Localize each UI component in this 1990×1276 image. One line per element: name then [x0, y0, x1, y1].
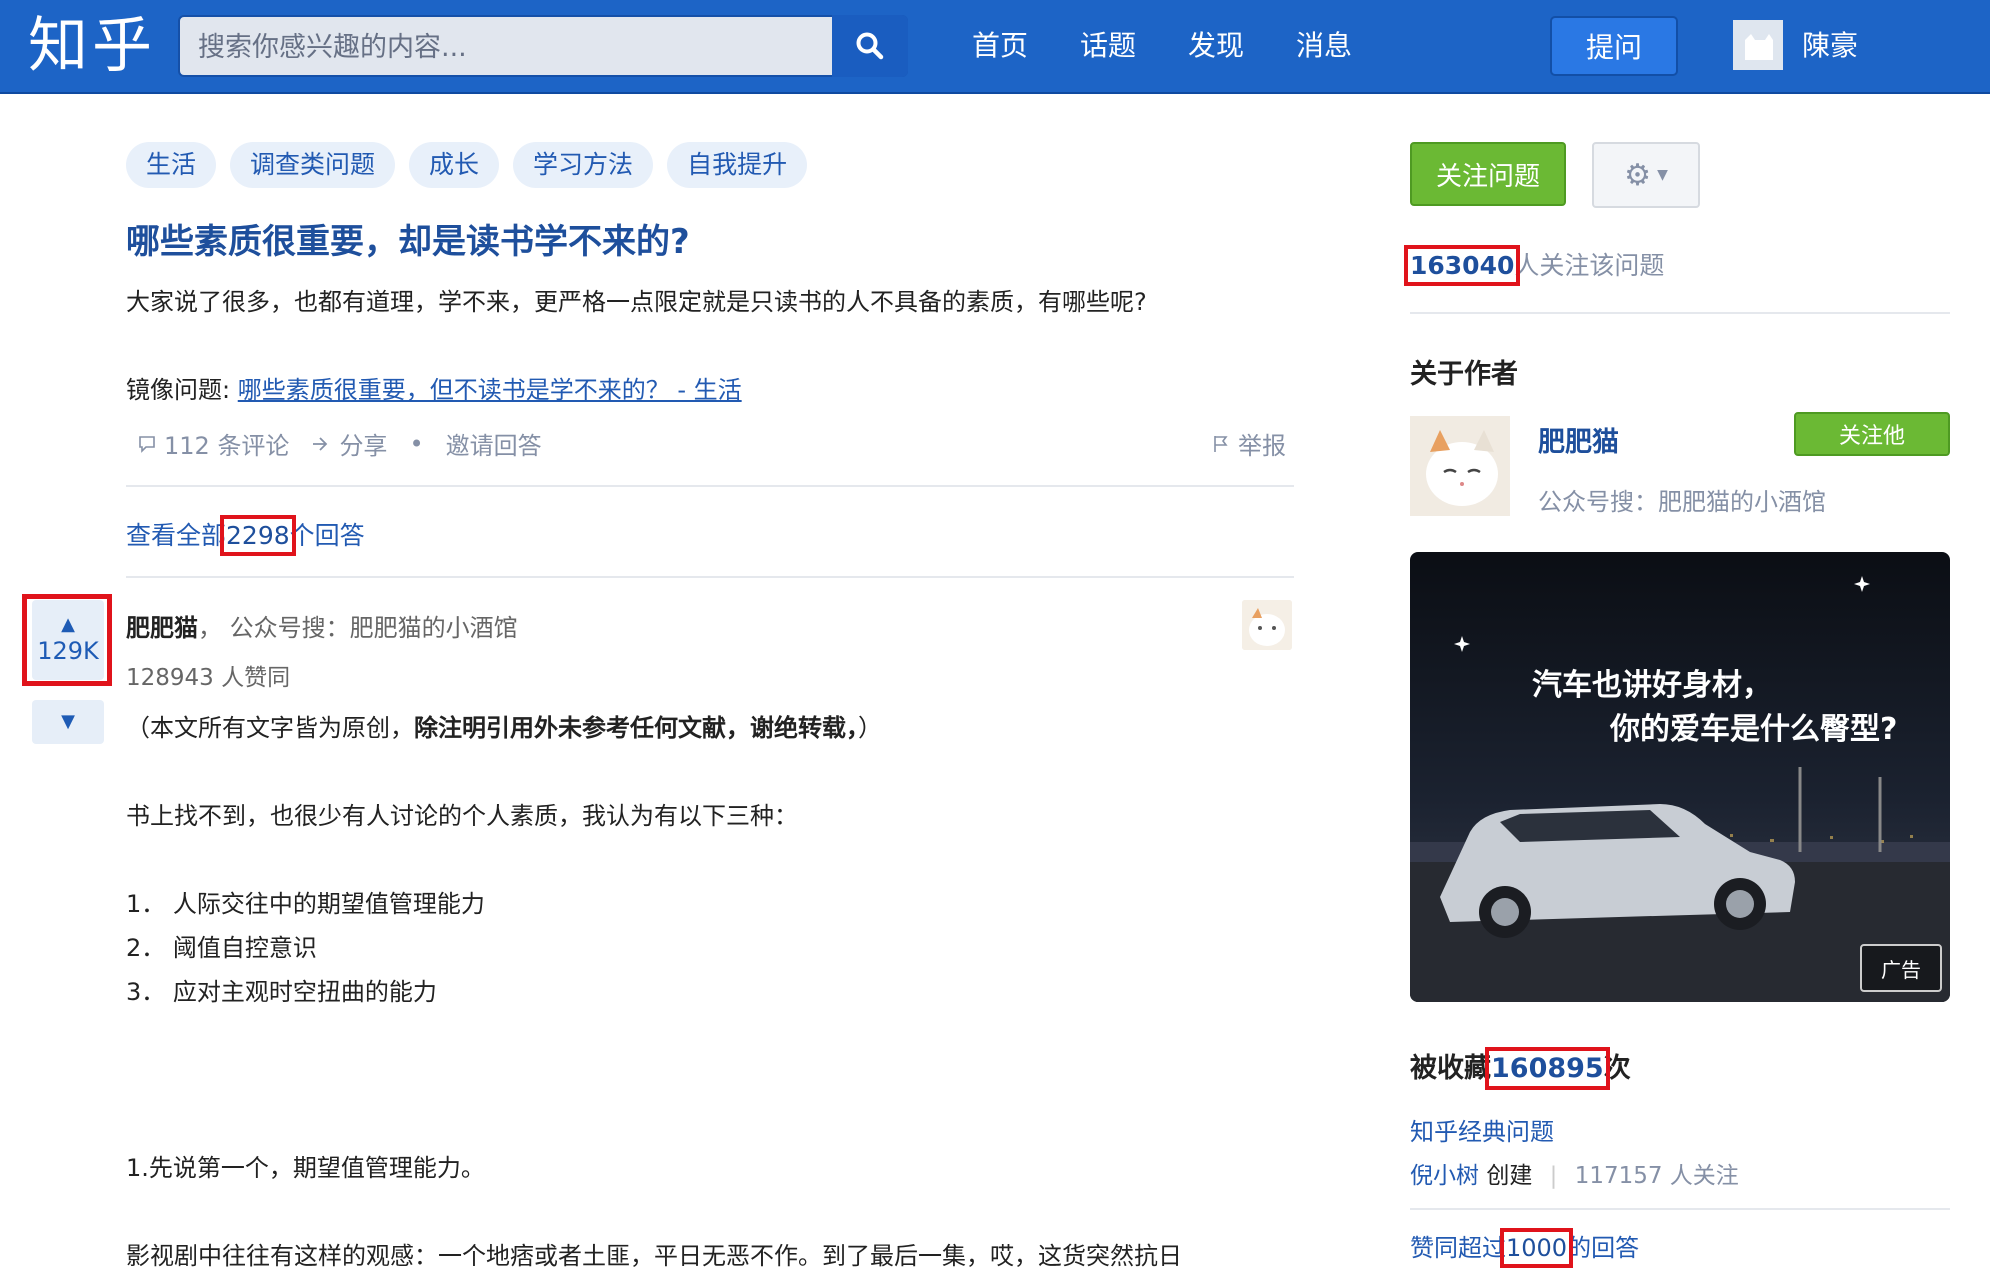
view-all-answers-link[interactable]: 查看全部2298个回答: [126, 515, 365, 556]
answer-author-bio: 公众号搜：肥肥猫的小酒馆: [229, 614, 518, 642]
answer-paragraph: 1.先说第一个，期望值管理能力。: [126, 1154, 485, 1182]
highlight-box: [22, 594, 112, 686]
topic-tag[interactable]: 自我提升: [667, 142, 808, 188]
mirror-label: 镜像问题:: [126, 376, 231, 404]
answer-bold-text: 除注明引用外未参考任何文献，谢绝转载，: [414, 714, 858, 742]
nav-home[interactable]: 首页: [972, 24, 1028, 64]
cat-avatar-icon: [1410, 416, 1510, 516]
comment-icon: [139, 435, 155, 453]
separator-dot: •: [409, 429, 424, 458]
search-icon: [856, 32, 884, 60]
answer-text: （本文所有文字皆为原创，: [126, 714, 414, 742]
topic-tag[interactable]: 成长: [409, 142, 500, 188]
answer-list-item: 1． 人际交往中的期望值管理能力: [126, 890, 485, 918]
collection-link[interactable]: 赞同超过1000的回答: [1410, 1228, 1640, 1268]
collected-number: 160895: [1485, 1047, 1610, 1090]
follower-suffix: 人关注该问题: [1514, 251, 1665, 280]
settings-dropdown-button[interactable]: ⚙ ▼: [1592, 142, 1700, 208]
search-input[interactable]: [196, 17, 800, 77]
ad-badge: 广告: [1860, 944, 1942, 992]
share-button[interactable]: 分享: [311, 426, 387, 461]
answer-text: ）: [858, 714, 882, 742]
user-avatar-icon: [1733, 20, 1783, 70]
collected-suffix: 次: [1603, 1053, 1631, 1084]
question-title[interactable]: 哪些素质很重要，却是读书学不来的?: [126, 214, 690, 263]
user-avatar[interactable]: [1733, 20, 1783, 70]
collection-link[interactable]: 知乎经典问题: [1410, 1112, 1554, 1147]
collected-count: 被收藏160895次: [1410, 1046, 1631, 1090]
mirror-question-link[interactable]: 哪些素质很重要，但不读书是学不来的？ - 生活: [238, 376, 742, 404]
answer-author: 肥肥猫， 公众号搜：肥肥猫的小酒馆: [126, 614, 518, 642]
author-name[interactable]: 肥肥猫: [1538, 420, 1619, 459]
collection2-prefix: 赞同超过: [1410, 1234, 1506, 1262]
ask-question-button[interactable]: 提问: [1550, 16, 1678, 76]
question-actions: 112 条评论 分享 • 邀请回答: [138, 426, 542, 461]
nav-messages[interactable]: 消息: [1296, 24, 1352, 64]
ad-headline-2: 你的爱车是什么臀型?: [1610, 712, 1898, 747]
view-all-suffix: 个回答: [289, 521, 365, 550]
car-advertisement[interactable]: 汽车也讲好身材， 你的爱车是什么臀型? 广告: [1410, 552, 1950, 1002]
nav-topics[interactable]: 话题: [1080, 24, 1136, 64]
search-button[interactable]: [832, 15, 908, 77]
follow-question-button[interactable]: 关注问题: [1410, 142, 1566, 206]
sidebar-divider: [1410, 1208, 1950, 1210]
follow-author-button[interactable]: 关注他: [1794, 412, 1950, 456]
collection-meta: 倪小树 创建 | 117157 人关注: [1410, 1163, 1739, 1189]
collection-created-label: 创建: [1486, 1163, 1533, 1189]
report-button[interactable]: 举报: [1212, 426, 1286, 461]
follower-count[interactable]: 163040: [1403, 245, 1521, 286]
author-bio: 公众号搜：肥肥猫的小酒馆: [1538, 488, 1826, 516]
mirror-question: 镜像问题: 哪些素质很重要，但不读书是学不来的？ - 生活: [126, 370, 742, 405]
share-icon: [313, 436, 328, 451]
collection-creator[interactable]: 倪小树: [1410, 1163, 1479, 1189]
top-navbar: 知乎 首页 话题 发现 消息 提问 陳豪: [0, 0, 1990, 94]
flag-icon: [1214, 435, 1228, 452]
answer-author-avatar[interactable]: [1242, 600, 1292, 650]
question-followers: 163040人关注该问题: [1403, 245, 1665, 286]
answer-paragraph: 书上找不到，也很少有人讨论的个人素质，我认为有以下三种：: [126, 802, 798, 830]
answer-paragraph: 影视剧中往往有这样的观感：一个地痞或者土匪，平日无恶不作。到了最后一集，哎，这货…: [126, 1242, 1182, 1270]
topic-tag[interactable]: 调查类问题: [230, 142, 396, 188]
answer-list-item: 2． 阈值自控意识: [126, 934, 317, 962]
divider: [126, 485, 1294, 487]
answer-list-item: 3． 应对主观时空扭曲的能力: [126, 978, 437, 1006]
collection2-suffix: 的回答: [1567, 1234, 1640, 1262]
search-box: [178, 15, 908, 77]
share-label: 分享: [339, 432, 388, 460]
collected-prefix: 被收藏: [1410, 1053, 1491, 1084]
author-avatar[interactable]: [1410, 416, 1510, 516]
sidebar-divider: [1410, 312, 1950, 314]
view-all-prefix: 查看全部: [126, 521, 227, 550]
answer-author-name[interactable]: 肥肥猫: [126, 614, 198, 642]
invite-answer-button[interactable]: 邀请回答: [446, 426, 542, 461]
collection-followers: 117157 人关注: [1574, 1163, 1739, 1189]
car-ad-image: [1410, 576, 1950, 1002]
about-author-heading: 关于作者: [1410, 359, 1518, 390]
gear-icon: ⚙: [1624, 157, 1652, 193]
nav-discover[interactable]: 发现: [1188, 24, 1244, 64]
topic-tag[interactable]: 生活: [126, 142, 217, 188]
downvote-arrow-icon: ▼: [61, 711, 75, 732]
username[interactable]: 陳豪: [1802, 24, 1858, 64]
divider: [126, 576, 1294, 578]
report-label: 举报: [1238, 432, 1286, 460]
cat-avatar-icon: [1242, 600, 1292, 650]
collection2-number: 1000: [1499, 1228, 1574, 1268]
zhihu-logo[interactable]: 知乎: [28, 6, 156, 86]
answer-count: 2298: [220, 515, 296, 556]
downvote-button[interactable]: ▼: [32, 700, 104, 744]
ad-headline-1: 汽车也讲好身材，: [1532, 668, 1772, 703]
caret-down-icon: ▼: [1657, 167, 1668, 183]
answer-paragraph: （本文所有文字皆为原创，除注明引用外未参考任何文献，谢绝转载，）: [126, 708, 882, 743]
topic-tag[interactable]: 学习方法: [513, 142, 654, 188]
answer-likes[interactable]: 128943 人赞同: [126, 658, 290, 692]
comments-button[interactable]: 112 条评论: [138, 426, 289, 461]
topic-tags: 生活 调查类问题 成长 学习方法 自我提升: [126, 142, 808, 188]
question-description: 大家说了很多，也都有道理，学不来，更严格一点限定就是只读书的人不具备的素质，有哪…: [126, 288, 1147, 316]
comments-label: 112 条评论: [164, 432, 290, 460]
